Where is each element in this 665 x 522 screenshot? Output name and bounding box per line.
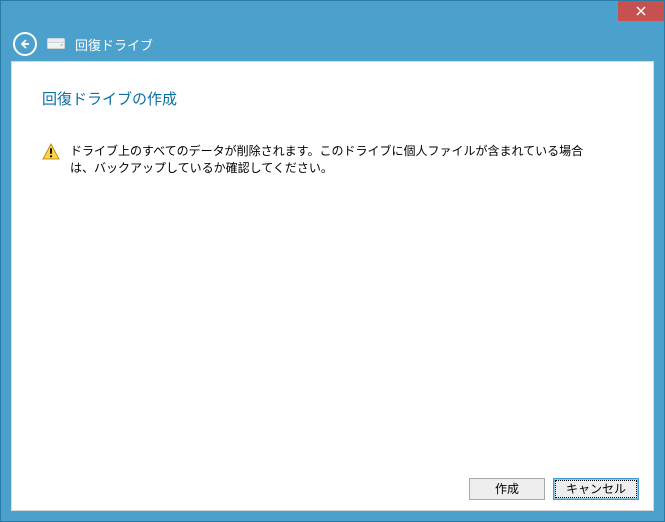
button-bar: 作成 キャンセル <box>12 466 653 510</box>
warning-icon <box>42 143 60 166</box>
warning-text: ドライブ上のすべてのデータが削除されます。このドライブに個人ファイルが含まれてい… <box>70 143 600 178</box>
page-title: 回復ドライブの作成 <box>42 88 623 109</box>
header-title: 回復ドライブ <box>75 35 153 54</box>
close-button[interactable] <box>618 1 664 21</box>
content-body: 回復ドライブの作成 ドライブ上のすべてのデータが削除されます。このドライブに個人… <box>12 62 653 466</box>
drive-icon <box>47 38 65 50</box>
back-button[interactable] <box>13 32 37 56</box>
back-arrow-icon <box>19 38 31 50</box>
content-frame: 回復ドライブの作成 ドライブ上のすべてのデータが削除されます。このドライブに個人… <box>11 61 654 511</box>
cancel-button[interactable]: キャンセル <box>553 478 639 500</box>
close-icon <box>636 6 646 16</box>
wizard-header: 回復ドライブ <box>1 27 664 61</box>
create-button[interactable]: 作成 <box>469 478 545 500</box>
wizard-window: 回復ドライブ 回復ドライブの作成 ドライブ上のすべてのデータが削除されます。この… <box>0 0 665 522</box>
titlebar <box>1 1 664 27</box>
warning-row: ドライブ上のすべてのデータが削除されます。このドライブに個人ファイルが含まれてい… <box>42 143 623 178</box>
